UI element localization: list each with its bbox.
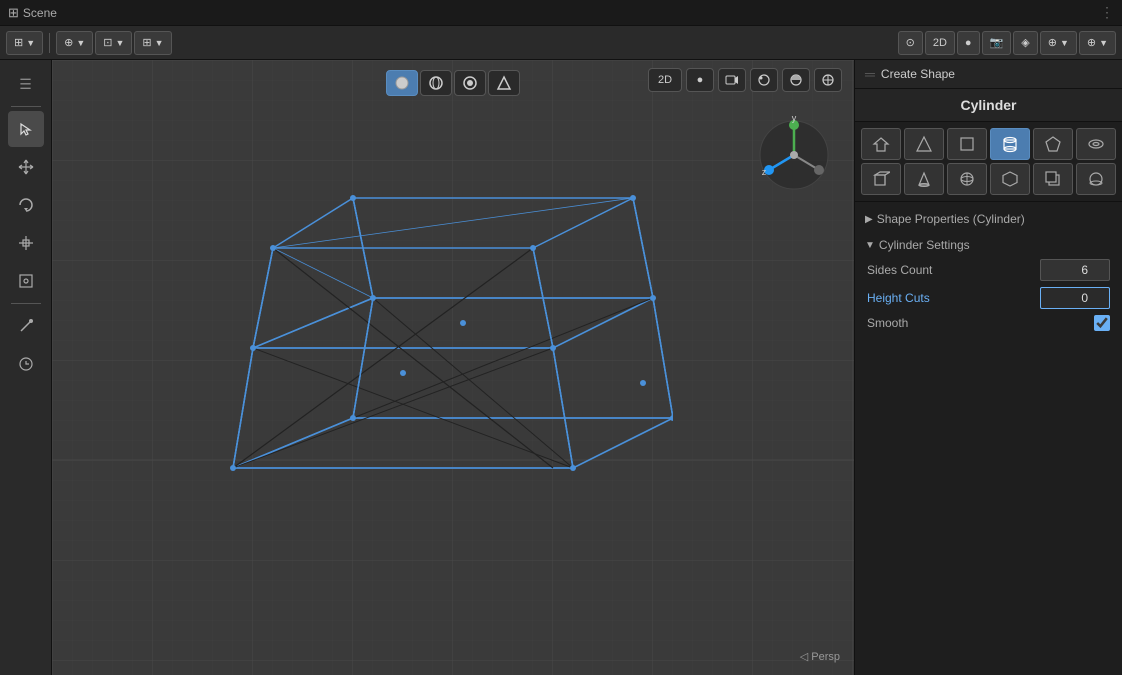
overlay-toggle-btn[interactable] xyxy=(782,68,810,92)
select-tool-btn[interactable] xyxy=(8,111,44,147)
snap-btn[interactable]: ⊞ ▼ xyxy=(134,31,171,55)
sides-count-label: Sides Count xyxy=(867,263,1032,277)
create-shape-panel: ═ Create Shape Cylinder xyxy=(854,60,1122,675)
triangle-2-shape-btn[interactable] xyxy=(904,163,944,195)
global-icon: ⊕ xyxy=(64,36,73,49)
overlay-settings-btn[interactable]: ⊕ ▼ xyxy=(1040,31,1077,55)
height-cuts-row: Height Cuts xyxy=(863,284,1114,312)
annotate-tool-btn[interactable] xyxy=(8,308,44,344)
measure-tool-btn[interactable] xyxy=(8,346,44,382)
sphere-shape-btn[interactable] xyxy=(947,163,987,195)
viewport-right-buttons: 2D ● xyxy=(648,68,842,92)
viewport-shading-dot-btn[interactable]: ● xyxy=(686,68,714,92)
smooth-checkbox[interactable] xyxy=(1094,315,1110,331)
panel-drag-handle: ═ xyxy=(865,66,875,82)
mode-selector-btn[interactable]: ⊞ ▼ xyxy=(6,31,43,55)
3d-viewport[interactable]: 2D ● xyxy=(52,60,854,675)
toolbar-separator-1 xyxy=(49,33,50,53)
house-shape-btn[interactable] xyxy=(861,128,901,160)
main-area: ☰ xyxy=(0,60,1122,675)
shape-button-grid xyxy=(855,122,1122,202)
square-shape-btn[interactable] xyxy=(947,128,987,160)
render-mode-btn[interactable] xyxy=(750,68,778,92)
pivot-icon: ⊡ xyxy=(103,36,112,49)
active-shape-name: Cylinder xyxy=(855,89,1122,122)
scale-tool-btn[interactable] xyxy=(8,225,44,261)
editor-type-btn[interactable]: ● xyxy=(957,31,980,55)
snap-icon: ⊞ xyxy=(142,36,151,49)
rendered-view-btn[interactable] xyxy=(454,70,486,96)
mode-icon: ⊞ xyxy=(14,36,23,49)
solid-view-btn[interactable] xyxy=(386,70,418,96)
hash-icon: ⊞ xyxy=(8,5,19,21)
sides-count-row: Sides Count xyxy=(863,256,1114,284)
viewport-display-buttons xyxy=(386,70,520,96)
svg-text:z: z xyxy=(762,167,767,177)
shape-props-arrow-icon: ▶ xyxy=(865,214,873,225)
sides-count-input[interactable] xyxy=(1040,259,1110,281)
cylinder-settings-header[interactable]: ▼ Cylinder Settings xyxy=(863,234,1114,256)
left-toolbar: ☰ xyxy=(0,60,52,675)
circle-shape-btn[interactable] xyxy=(1076,163,1116,195)
ring-shape-btn[interactable] xyxy=(1076,128,1116,160)
hexagon-shape-btn[interactable] xyxy=(990,163,1030,195)
panel-title: Create Shape xyxy=(881,67,955,81)
render-settings-btn[interactable]: ◈ xyxy=(1013,31,1037,55)
pivot-dropdown-icon: ▼ xyxy=(116,38,125,48)
sidebar-divider-2 xyxy=(11,303,41,304)
gizmo-settings-btn[interactable]: ⊕ ▼ xyxy=(1079,31,1116,55)
2d-mode-btn[interactable]: 2D xyxy=(925,31,955,55)
sidebar-divider-1 xyxy=(11,106,41,107)
cube-2-shape-btn[interactable] xyxy=(861,163,901,195)
shape-properties-label: Shape Properties (Cylinder) xyxy=(877,212,1025,226)
viewport-gizmo-btn[interactable] xyxy=(814,68,842,92)
snap-dropdown-icon: ▼ xyxy=(155,38,164,48)
gizmo-svg: y z xyxy=(754,115,834,195)
sidebar-menu-icon: ☰ xyxy=(8,66,44,102)
window-title-bar: ⊞ Scene ⋮ xyxy=(0,0,1122,26)
shape-properties-section: ▶ Shape Properties (Cylinder) xyxy=(863,208,1114,230)
svg-text:y: y xyxy=(792,115,797,123)
pivot-point-btn[interactable]: ⊡ ▼ xyxy=(95,31,132,55)
cylinder-shape-btn[interactable] xyxy=(990,128,1030,160)
camera-view-btn[interactable]: 📷 xyxy=(982,31,1012,55)
move-tool-btn[interactable] xyxy=(8,149,44,185)
height-cuts-input[interactable] xyxy=(1040,287,1110,309)
2d-toggle-btn[interactable]: 2D xyxy=(648,68,682,92)
shape-properties-header[interactable]: ▶ Shape Properties (Cylinder) xyxy=(863,208,1114,230)
mode-dropdown-icon: ▼ xyxy=(26,38,35,48)
cylinder-settings-arrow-icon: ▼ xyxy=(865,240,875,251)
panel-header: ═ Create Shape xyxy=(855,60,1122,89)
height-cuts-label: Height Cuts xyxy=(867,291,1032,305)
perspective-label: ◁ Persp xyxy=(800,650,840,663)
copy-shape-btn[interactable] xyxy=(1033,163,1073,195)
properties-panel: ▶ Shape Properties (Cylinder) ▼ Cylinder… xyxy=(855,202,1122,344)
material-view-btn[interactable] xyxy=(488,70,520,96)
smooth-row: Smooth xyxy=(863,312,1114,334)
wireframe-view-btn[interactable] xyxy=(420,70,452,96)
wireframe-object xyxy=(153,168,673,568)
rotate-tool-btn[interactable] xyxy=(8,187,44,223)
navigation-gizmo[interactable]: y z xyxy=(754,115,834,195)
orient-dropdown-icon: ▼ xyxy=(76,38,85,48)
triangle-shape-btn[interactable] xyxy=(904,128,944,160)
viewport-shading-btn[interactable]: ⊙ xyxy=(898,31,923,55)
pentagon-shape-btn[interactable] xyxy=(1033,128,1073,160)
transform-orientations-btn[interactable]: ⊕ ▼ xyxy=(56,31,93,55)
transform-tool-btn[interactable] xyxy=(8,263,44,299)
camera-icon-btn[interactable] xyxy=(718,68,746,92)
window-options-icon[interactable]: ⋮ xyxy=(1100,4,1114,21)
main-toolbar: ⊞ ▼ ⊕ ▼ ⊡ ▼ ⊞ ▼ ⊙ 2D ● 📷 ◈ ⊕ ▼ ⊕ ▼ xyxy=(0,26,1122,60)
cylinder-settings-section: ▼ Cylinder Settings Sides Count Height C… xyxy=(863,234,1114,334)
cylinder-settings-label: Cylinder Settings xyxy=(879,238,970,252)
scene-label: Scene xyxy=(23,6,57,20)
smooth-label: Smooth xyxy=(867,316,1086,330)
